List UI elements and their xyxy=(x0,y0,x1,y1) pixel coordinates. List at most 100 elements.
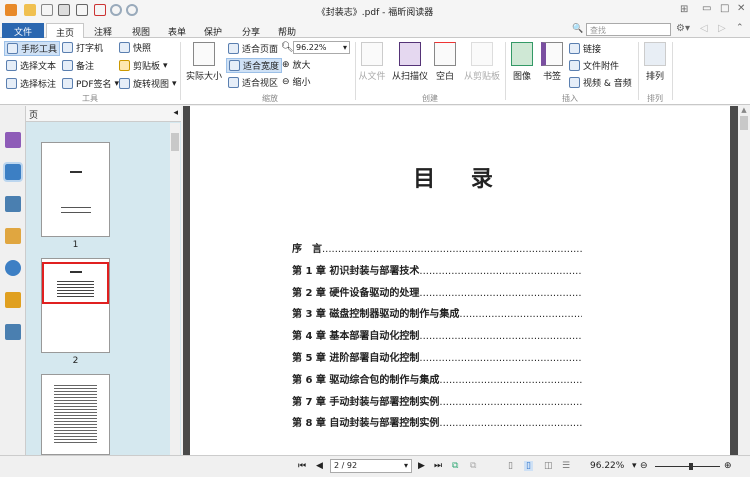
zoom-in-icon[interactable]: ⊕ xyxy=(724,461,732,471)
toc-leader-dots: ........................................… xyxy=(419,353,582,364)
toc-entry[interactable]: 第 8 章 自动封装与部署控制实例.......................… xyxy=(292,414,582,429)
actual-size-button[interactable]: 实际大小 xyxy=(184,42,224,82)
toc-entry[interactable]: 第 2 章 硬件设备驱动的处理.........................… xyxy=(292,284,582,299)
attachment-button[interactable]: 文件附件 xyxy=(569,59,619,72)
select-annotation-button[interactable]: 选择标注 xyxy=(6,77,56,90)
document-scrollbar[interactable]: ▲ xyxy=(738,106,750,455)
camera-icon xyxy=(119,42,130,53)
fit-visible-button[interactable]: 适合视区 xyxy=(228,76,278,89)
tab-share[interactable]: 分享 xyxy=(234,23,268,38)
zoom-out-icon[interactable]: ⊖ xyxy=(640,461,648,471)
toc-entry-text: 第 3 章 磁盘控制器驱动的制作与集成 xyxy=(292,309,460,321)
back-icon[interactable]: ◁ xyxy=(700,23,708,34)
tab-view[interactable]: 视图 xyxy=(124,23,158,38)
pdf-page: 目 录 序 言.................................… xyxy=(190,106,730,455)
zoom-out-button[interactable]: ⊖ 缩小 xyxy=(282,75,311,89)
page-thumbnail-2[interactable] xyxy=(41,258,110,353)
zoom-slider[interactable] xyxy=(655,463,720,470)
link-button[interactable]: 链接 xyxy=(569,42,601,55)
video-audio-button[interactable]: 视频 & 音频 xyxy=(569,76,632,89)
pdf-sign-button[interactable]: PDF签名 ▾ xyxy=(62,77,119,90)
toc-entry[interactable]: 第 5 章 进阶部署自动化控制.........................… xyxy=(292,349,582,364)
toc-entry[interactable]: 第 1 章 初识封装与部署技术.........................… xyxy=(292,262,582,277)
search-input[interactable]: 查找 xyxy=(586,23,671,36)
rotate-view-button[interactable]: 旋转视图 ▾ xyxy=(119,77,177,90)
first-page-icon[interactable]: ⏮ xyxy=(298,461,306,471)
blank-button[interactable]: 空白 xyxy=(425,42,465,82)
rotate-icon xyxy=(119,78,130,89)
clipboard-button[interactable]: 剪贴板 ▾ xyxy=(119,59,168,72)
fit-width-button[interactable]: 适合宽度 xyxy=(226,58,283,73)
close-icon[interactable]: ✕ xyxy=(737,3,745,14)
clipboard-page-icon xyxy=(471,42,493,66)
snapshot-button[interactable]: 快照 xyxy=(119,41,151,54)
zoom-in-icon: ⊕ xyxy=(282,59,290,70)
attachments-panel-icon[interactable] xyxy=(5,260,21,276)
previous-page-icon[interactable]: ◀ xyxy=(316,461,323,471)
zoom-in-button[interactable]: ⊕ 放大 xyxy=(282,58,311,72)
zoom-dropdown-icon[interactable]: ▾ xyxy=(632,461,637,471)
group-label-arrange: 排列 xyxy=(647,94,663,103)
pages-panel-icon[interactable] xyxy=(3,162,23,182)
minimize-icon[interactable]: ▭ xyxy=(702,3,711,14)
ribbon: 手形工具 打字机 快照 选择文本 备注 剪贴板 ▾ 选择标注 PDF签名 ▾ 旋转视… xyxy=(0,38,750,105)
toc-entry[interactable]: 第 4 章 基本部署自动化控制.........................… xyxy=(292,327,582,342)
from-clipboard-button[interactable]: 从剪贴板 xyxy=(460,42,504,82)
layout-icon[interactable]: ⊞ xyxy=(680,4,688,15)
fit-page-button[interactable]: 适合页面 xyxy=(228,42,278,55)
last-page-icon[interactable]: ⏭ xyxy=(434,461,442,471)
forward-icon[interactable]: ▷ xyxy=(718,23,726,34)
comments-panel-icon[interactable] xyxy=(5,228,21,244)
select-text-button[interactable]: 选择文本 xyxy=(6,59,56,72)
zoom-icon: 🔍︎ xyxy=(281,42,294,53)
tab-protect[interactable]: 保护 xyxy=(196,23,230,38)
toc-entry[interactable]: 第 6 章 驱动综合包的制作与集成.......................… xyxy=(292,371,582,386)
hand-tool-button[interactable]: 手形工具 xyxy=(4,41,61,56)
page-thumbnail-1[interactable] xyxy=(41,142,110,237)
find-folder-icon: 🔍 xyxy=(572,24,584,34)
toc-leader-dots: ........................................… xyxy=(419,265,582,277)
zoom-select[interactable]: 96.22% ▾ xyxy=(293,41,350,54)
zoom-slider-handle[interactable] xyxy=(688,463,693,470)
toc-leader-dots: ........................................… xyxy=(322,244,582,255)
facing-page-icon[interactable]: ◫ xyxy=(544,461,553,471)
page-thumbnail-3[interactable] xyxy=(41,374,110,455)
pen-icon xyxy=(62,78,73,89)
bookmark-button[interactable]: 书签 xyxy=(532,42,572,82)
continuous-facing-icon[interactable]: ☰ xyxy=(562,461,570,471)
toc-leader-dots: ........................................… xyxy=(459,309,582,321)
tab-file[interactable]: 文件 xyxy=(2,23,44,38)
maximize-icon[interactable]: □ xyxy=(720,3,729,14)
collapse-ribbon-icon[interactable]: ⌃ xyxy=(736,23,744,33)
previous-view-icon[interactable]: ⧉ xyxy=(452,461,458,471)
typewriter-button[interactable]: 打字机 xyxy=(62,41,103,54)
toc-leader-dots: ........................................… xyxy=(439,396,582,408)
arrange-button[interactable]: 排列 xyxy=(635,42,675,82)
divider xyxy=(672,42,673,100)
continuous-page-icon[interactable]: ▯ xyxy=(524,461,533,471)
next-page-icon[interactable]: ▶ xyxy=(418,461,425,471)
arrange-icon xyxy=(644,42,666,66)
tab-help[interactable]: 帮助 xyxy=(270,23,304,38)
from-file-button[interactable]: 从文件 xyxy=(352,42,392,82)
next-view-icon[interactable]: ⧉ xyxy=(470,461,476,471)
bookmarks-panel-icon[interactable] xyxy=(5,132,21,148)
toc-entry[interactable]: 第 3 章 磁盘控制器驱动的制作与集成.....................… xyxy=(292,305,582,320)
page-number-input[interactable]: 2 / 92 ▾ xyxy=(330,459,412,473)
thumbnails-header: 页 ◂ xyxy=(26,106,181,122)
security-panel-icon[interactable] xyxy=(5,292,21,308)
toc-entry[interactable]: 第 7 章 手动封装与部署控制实例.......................… xyxy=(292,393,582,408)
collapse-panel-icon[interactable]: ◂ xyxy=(173,108,178,118)
note-button[interactable]: 备注 xyxy=(62,59,94,72)
tab-comment[interactable]: 注释 xyxy=(86,23,120,38)
tab-home[interactable]: 主页 xyxy=(46,23,84,39)
thumbnails-scrollbar[interactable] xyxy=(170,123,180,455)
signature-panel-icon[interactable] xyxy=(5,324,21,340)
layers-panel-icon[interactable] xyxy=(5,196,21,212)
note-icon xyxy=(62,60,73,71)
single-page-icon[interactable]: ▯ xyxy=(508,461,513,471)
tab-form[interactable]: 表单 xyxy=(160,23,194,38)
settings-icon[interactable]: ⚙▾ xyxy=(676,23,690,34)
toc-entry[interactable]: 序 言.....................................… xyxy=(292,240,582,255)
fit-page-icon xyxy=(228,43,239,54)
